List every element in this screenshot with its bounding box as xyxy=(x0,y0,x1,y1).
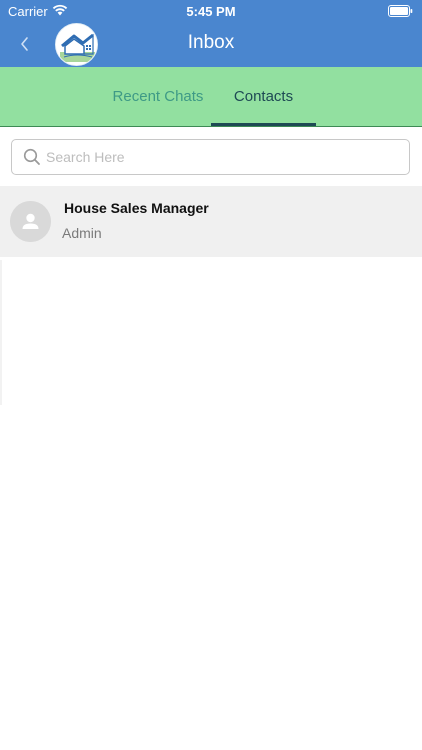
search-input[interactable] xyxy=(46,140,401,174)
person-icon xyxy=(10,201,51,242)
tab-bar: Recent Chats Contacts xyxy=(0,67,422,127)
page-title: Inbox xyxy=(187,32,235,53)
contact-list-item[interactable]: House Sales Manager Admin xyxy=(0,186,422,257)
battery-icon xyxy=(388,5,413,20)
divider xyxy=(0,260,2,405)
search-icon xyxy=(23,148,41,171)
contact-name: House Sales Manager xyxy=(64,200,209,216)
search-box xyxy=(11,139,410,175)
tab-contacts[interactable]: Contacts xyxy=(211,67,316,126)
tab-recent-chats[interactable]: Recent Chats xyxy=(105,67,211,126)
contact-role: Admin xyxy=(62,225,102,241)
status-time: 5:45 PM xyxy=(186,4,236,19)
navigation-bar: Inbox xyxy=(0,22,422,67)
active-tab-indicator xyxy=(211,123,316,126)
app-header: Carrier 5:45 PM Inbox xyxy=(0,0,422,67)
status-bar: Carrier 5:45 PM xyxy=(0,0,422,22)
